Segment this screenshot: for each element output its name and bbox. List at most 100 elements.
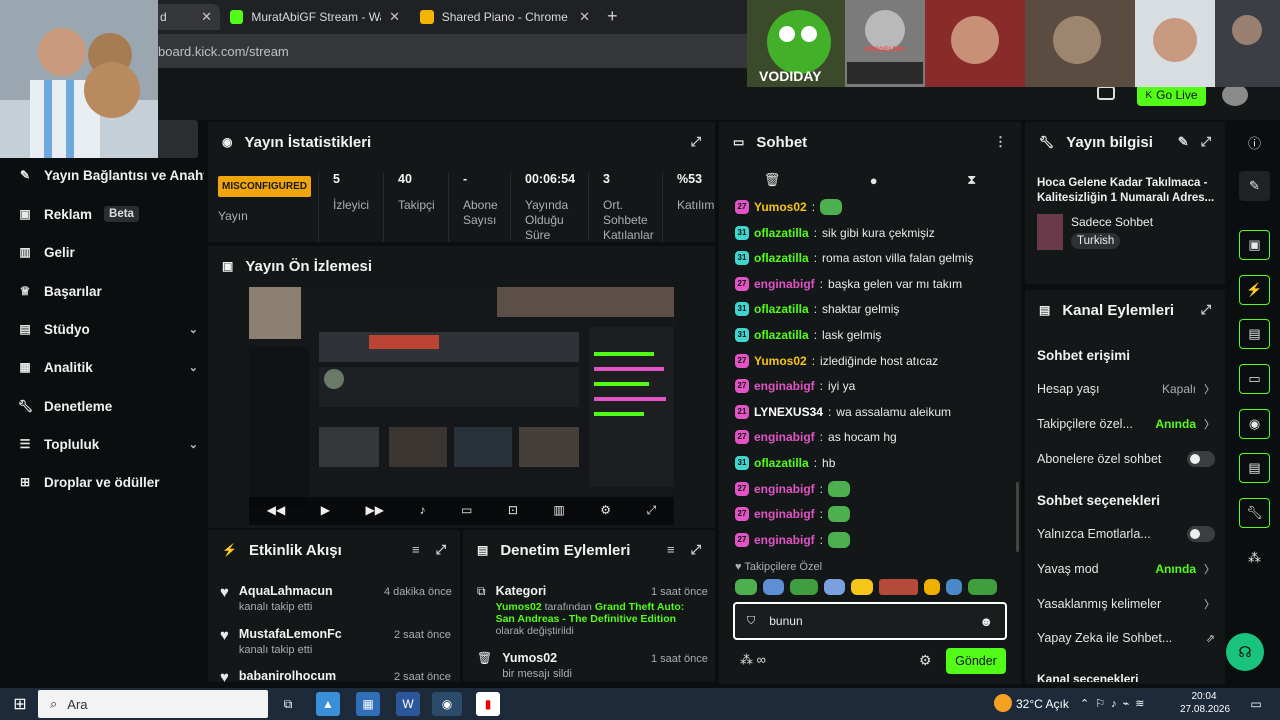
crop-icon[interactable]: ⊡ [508,503,518,517]
task-view-icon[interactable]: ⧉ [276,692,300,716]
followers-only-row[interactable]: Takipçilere özel... Anında 〉 [1037,416,1215,432]
moderation-title[interactable]: Yumos02 [502,651,572,665]
sidebar-item-community[interactable]: ☰ Topluluk ⌄ [18,432,198,456]
stream-info-toggle-icon[interactable]: 🔧︎ [1239,498,1270,528]
emoji-icon[interactable]: ☻ [979,614,993,629]
avatar[interactable] [1222,84,1248,106]
expand-icon[interactable]: ⤢ [1201,302,1211,318]
pip-icon[interactable]: ▭ [461,503,472,517]
chat-username[interactable]: Yumos02 [754,354,807,368]
emote-icon[interactable] [967,579,997,595]
app-icon[interactable]: ▲ [316,692,340,716]
settings-icon[interactable]: ⚙ [600,503,611,517]
slow-mode-row[interactable]: Yavaş mod Anında 〉 [1037,561,1215,577]
sidebar-item-revenue[interactable]: ▥ Gelir [18,240,198,264]
chrome-icon[interactable]: ◉ [432,692,462,716]
info-icon[interactable]: ⓘ [1239,127,1270,157]
clock[interactable]: 20:04 27.08.2026 [1180,690,1230,716]
store-icon[interactable]: ▦ [356,692,380,716]
sidebar-item-stream-key[interactable]: ✎ Yayın Bağlantısı ve Anahtar [18,163,208,187]
chat-settings-icon[interactable]: ⚙ [919,652,932,669]
expand-icon[interactable]: ⤢ [691,542,701,558]
go-live-button[interactable]: K Go Live [1137,84,1206,106]
speech-bubble-icon[interactable]: ● [870,173,878,188]
emote-icon[interactable] [878,579,919,595]
filter-icon[interactable]: ≡ [667,542,675,558]
sidebar-item-moderation[interactable]: 🔧︎ Denetleme [18,394,198,418]
chat-username[interactable]: enginabigf [754,533,815,547]
sidebar-item-studio[interactable]: ▤ Stüdyo ⌄ [18,317,198,341]
activity-user[interactable]: babanirolhocum [239,669,336,682]
chat-username[interactable]: enginabigf [754,379,815,393]
emote-icon[interactable] [851,579,873,595]
hourglass-icon[interactable]: ⧗ [967,172,976,188]
close-tab-icon[interactable]: ✕ [389,9,400,25]
stream-preview-video[interactable]: ◀◀ ▶ ▶▶ ♪ ▭ ⊡ ▥ ⚙ ⤢ [249,287,674,525]
more-icon[interactable]: ⋮ [994,134,1007,150]
word-icon[interactable]: W [396,692,420,716]
chat-username[interactable]: enginabigf [754,507,815,521]
community-icon[interactable]: ⁂ [1239,543,1270,573]
stats-toggle-icon[interactable]: ◉ [1239,409,1270,439]
sidebar-item-analytics[interactable]: ▦ Analitik ⌄ [18,355,198,379]
close-tab-icon[interactable]: ✕ [579,9,590,25]
sidebar-item-ads[interactable]: ▣ Reklam Beta [18,202,198,226]
camera-icon[interactable] [1097,86,1115,100]
headset-support-button[interactable]: ☊ [1226,633,1264,671]
emote-icon[interactable] [762,579,785,595]
weather-text[interactable]: 32°C Açık [1016,697,1069,711]
close-tab-icon[interactable]: ✕ [201,9,212,25]
system-tray-icons[interactable]: ⌃⚐♪⌁≋ [1080,697,1150,710]
chat-username[interactable]: Yumos02 [754,200,807,214]
chat-toggle-icon[interactable]: ▭ [1239,364,1270,394]
windows-start-icon[interactable]: ⊞ [8,692,32,716]
category-name[interactable]: Sadece Sohbet [1071,215,1153,229]
chat-username[interactable]: enginabigf [754,277,815,291]
trash-icon[interactable]: 🗑︎ [764,172,781,188]
url-text[interactable]: board.kick.com/stream [158,44,289,59]
emote-only-toggle[interactable] [1187,526,1215,542]
play-icon[interactable]: ▶ [321,503,330,517]
chat-username[interactable]: oflazatilla [754,226,809,240]
chat-input[interactable]: ⛉ bunun ☻ [733,602,1007,640]
chat-username[interactable]: oflazatilla [754,328,809,342]
activity-user[interactable]: MustafaLemonFc [239,627,342,641]
notification-icon[interactable]: ▭ [1244,692,1268,716]
forward-icon[interactable]: ▶▶ [365,503,383,517]
stats-icon[interactable]: ▥ [553,503,564,517]
send-button[interactable]: Gönder [946,648,1006,674]
activity-toggle-icon[interactable]: ⚡ [1239,275,1270,305]
browser-tab-kick[interactable]: MuratAbiGF Stream - Watch Li ✕ [222,4,408,30]
chat-scrollbar[interactable] [1016,482,1019,552]
emote-icon[interactable] [823,579,846,595]
taskbar-search[interactable]: ⌕ Ara [38,690,268,718]
browser-tab-active[interactable]: d ✕ [150,4,220,30]
expand-icon[interactable]: ⤢ [1201,134,1211,150]
sidebar-item-achievements[interactable]: ♕ Başarılar [18,279,198,303]
moderation-user[interactable]: Yumos02 [496,601,542,613]
emote-icon[interactable] [735,579,757,595]
chat-username[interactable]: LYNEXUS34 [754,405,823,419]
chat-username[interactable]: oflazatilla [754,251,809,265]
emote-icon[interactable] [924,579,940,595]
preview-toggle-icon[interactable]: ▣ [1239,230,1270,260]
chat-username[interactable]: enginabigf [754,482,815,496]
filter-icon[interactable]: ≡ [412,542,420,558]
emote-icon[interactable] [945,579,962,595]
chat-username[interactable]: oflazatilla [754,456,809,470]
expand-icon[interactable]: ⤢ [436,542,446,558]
banned-words-row[interactable]: Yasaklanmış kelimeler 〉 [1037,596,1215,612]
chat-username[interactable]: enginabigf [754,430,815,444]
sidebar-item-drops[interactable]: ⊞ Droplar ve ödüller [18,470,198,494]
emote-icon[interactable] [790,579,818,595]
expand-icon[interactable]: ⤢ [691,134,701,150]
activity-user[interactable]: AquaLahmacun [239,584,333,598]
subs-only-toggle[interactable] [1187,451,1215,467]
account-age-row[interactable]: Hesap yaşı Kapalı 〉 [1037,381,1215,397]
pdf-icon[interactable]: ▮ [476,692,500,716]
points-icon[interactable]: ⁂ ∞ [740,652,766,668]
chat-username[interactable]: oflazatilla [754,302,809,316]
fullscreen-icon[interactable]: ⤢ [647,503,657,518]
rewind-icon[interactable]: ◀◀ [267,503,285,517]
edit-layout-icon[interactable]: ✎ [1239,171,1270,201]
